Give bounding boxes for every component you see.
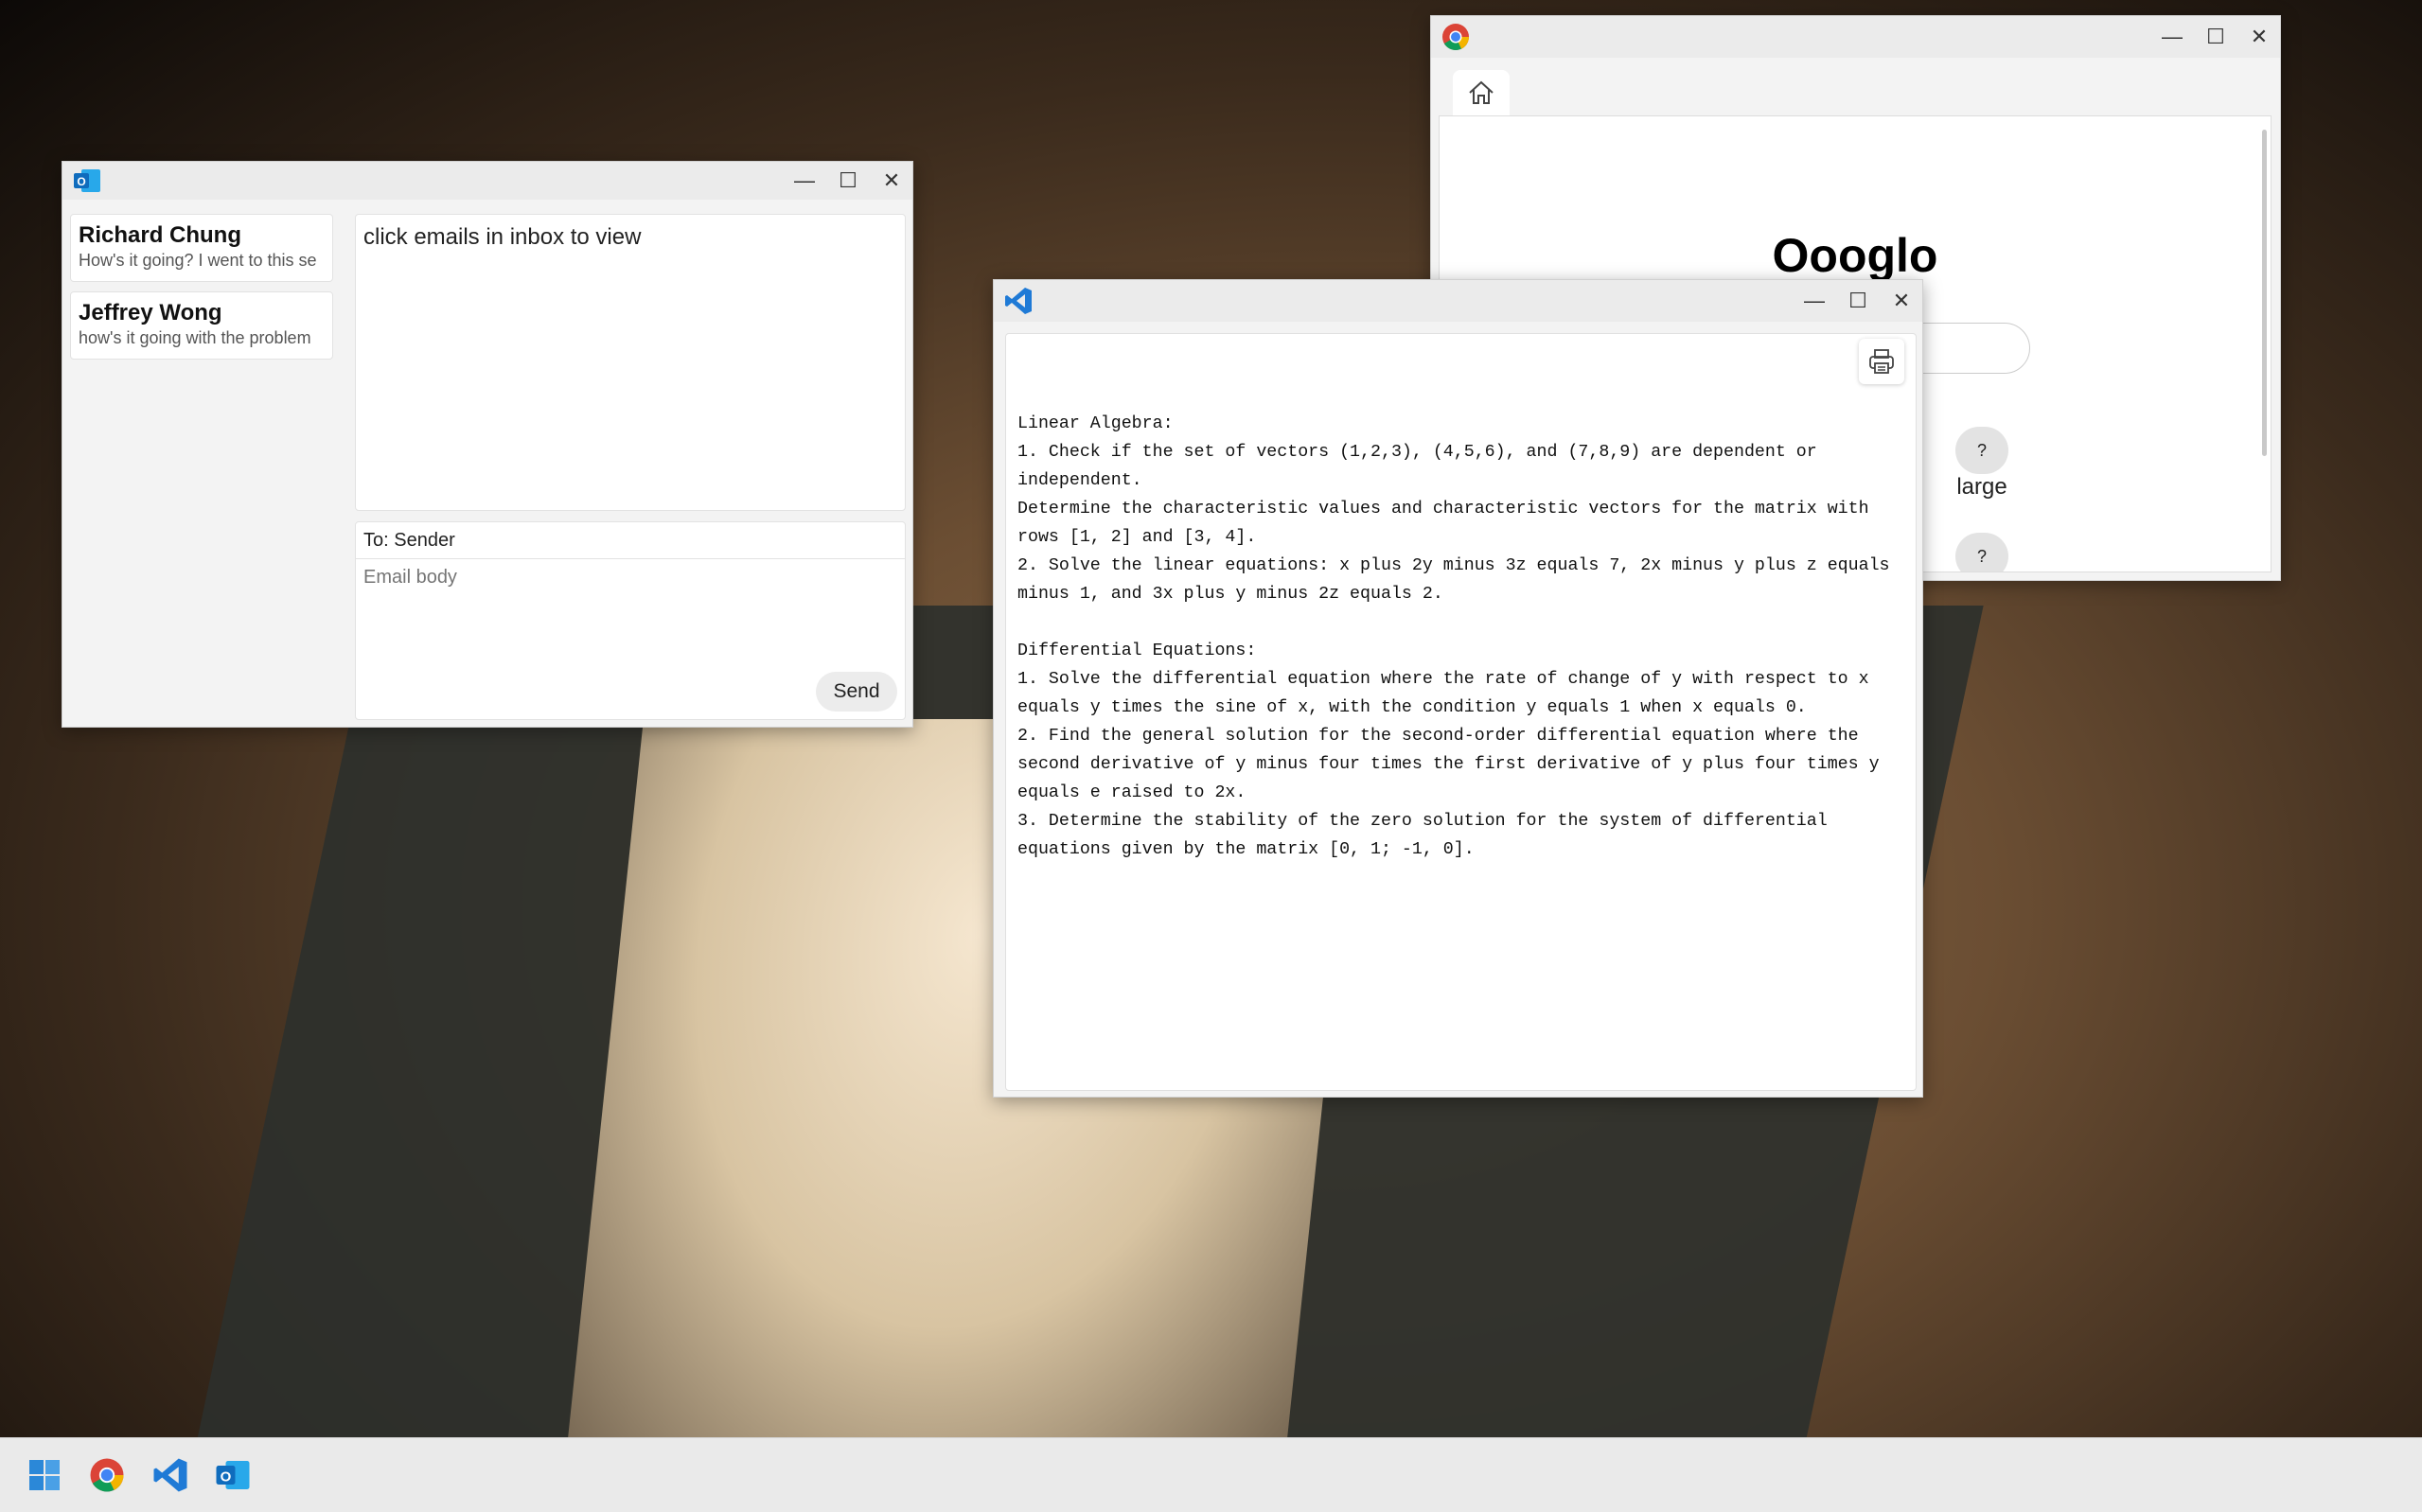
text-line: 1. Check if the set of vectors (1,2,3), … xyxy=(1017,443,1817,462)
text-line: second derivative of y minus four times … xyxy=(1017,755,1880,774)
inbox-email-item[interactable]: Richard Chung How's it going? I went to … xyxy=(70,214,333,282)
vscode-titlebar[interactable]: — ☐ ✕ xyxy=(994,280,1922,322)
text-line: Linear Algebra: xyxy=(1017,414,1174,433)
home-tab[interactable] xyxy=(1453,70,1510,115)
chrome-icon xyxy=(1442,24,1469,50)
close-button[interactable]: ✕ xyxy=(880,168,903,192)
email-preview: how's it going with the problem xyxy=(79,328,311,347)
to-field[interactable]: To: Sender xyxy=(356,522,905,559)
text-line: 2. Solve the linear equations: x plus 2y… xyxy=(1017,556,1890,575)
printer-icon xyxy=(1869,349,1894,374)
text-line: Differential Equations: xyxy=(1017,642,1257,660)
text-line: 1. Solve the differential equation where… xyxy=(1017,670,1869,689)
compose-panel: To: Sender Send xyxy=(355,521,906,720)
scrollbar[interactable] xyxy=(2262,130,2267,456)
help-button[interactable]: ? xyxy=(1955,533,2008,571)
close-button[interactable]: ✕ xyxy=(1890,289,1913,312)
taskbar: O xyxy=(0,1437,2422,1512)
email-preview: How's it going? I went to this se xyxy=(79,251,317,270)
text-line: rows [1, 2] and [3, 4]. xyxy=(1017,528,1257,547)
close-button[interactable]: ✕ xyxy=(2248,25,2271,48)
text-line: equals e raised to 2x. xyxy=(1017,783,1246,802)
text-line: minus 1, and 3x plus y minus 2z equals 2… xyxy=(1017,585,1443,604)
minimize-button[interactable]: — xyxy=(2161,25,2183,48)
svg-text:O: O xyxy=(77,175,85,188)
size-label: large xyxy=(1956,474,2007,500)
home-icon xyxy=(1469,80,1494,104)
page-title: Oooglo xyxy=(1772,229,1938,282)
text-line: equations given by the matrix [0, 1; -1,… xyxy=(1017,840,1475,859)
chrome-titlebar[interactable]: — ☐ ✕ xyxy=(1431,16,2280,58)
help-button[interactable]: ? xyxy=(1955,427,2008,474)
svg-text:O: O xyxy=(221,1468,232,1485)
outlook-window: O — ☐ ✕ Richard Chung How's it going? I … xyxy=(62,161,913,728)
text-line: equals y times the sine of x, with the c… xyxy=(1017,698,1807,717)
text-line: 3. Determine the stability of the zero s… xyxy=(1017,812,1828,831)
outlook-icon: O xyxy=(74,169,100,192)
vscode-icon[interactable] xyxy=(151,1456,189,1494)
text-line xyxy=(1017,608,1890,637)
maximize-button[interactable]: ☐ xyxy=(837,168,859,192)
vscode-window: — ☐ ✕ Linear Algebra: 1. Check if the set… xyxy=(993,279,1923,1098)
email-sender: Richard Chung xyxy=(79,222,241,248)
text-line: 2. Find the general solution for the sec… xyxy=(1017,727,1859,746)
print-button[interactable] xyxy=(1859,339,1904,384)
reading-pane: click emails in inbox to view xyxy=(355,214,906,511)
outlook-titlebar[interactable]: O — ☐ ✕ xyxy=(62,162,912,200)
email-sender: Jeffrey Wong xyxy=(79,300,222,325)
text-line: independent. xyxy=(1017,471,1142,490)
text-editor[interactable]: Linear Algebra: 1. Check if the set of ve… xyxy=(1005,333,1917,1091)
email-body-input[interactable] xyxy=(356,559,905,673)
windows-start-icon[interactable] xyxy=(26,1456,63,1494)
inbox-email-item[interactable]: Jeffrey Wong how's it going with the pro… xyxy=(70,291,333,360)
send-button[interactable]: Send xyxy=(816,672,897,712)
maximize-button[interactable]: ☐ xyxy=(1847,289,1869,312)
minimize-button[interactable]: — xyxy=(1803,289,1826,312)
document-text: Linear Algebra: 1. Check if the set of ve… xyxy=(1017,410,1890,864)
minimize-button[interactable]: — xyxy=(793,168,816,192)
outlook-icon[interactable]: O xyxy=(214,1456,252,1494)
chrome-icon[interactable] xyxy=(88,1456,126,1494)
vscode-icon xyxy=(1005,288,1032,314)
maximize-button[interactable]: ☐ xyxy=(2204,25,2227,48)
text-line: Determine the characteristic values and … xyxy=(1017,500,1869,519)
